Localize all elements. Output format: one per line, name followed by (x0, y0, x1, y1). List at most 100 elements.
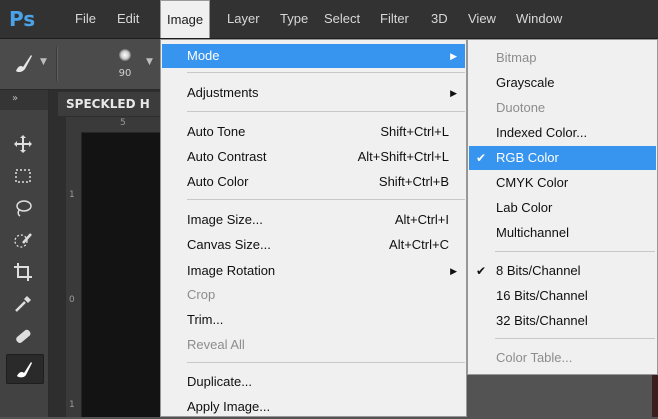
menu-item-auto-contrast[interactable]: Auto Contrast Alt+Shift+Ctrl+L (162, 145, 465, 169)
menu-item-label: 32 Bits/Channel (496, 313, 588, 328)
submenu-arrow-icon: ▶ (450, 266, 457, 276)
menu-bar: Ps File Edit Image Layer Type Select Fil… (0, 0, 658, 39)
submenu-arrow-icon: ▶ (450, 51, 457, 61)
chevron-down-icon[interactable]: ▼ (146, 57, 153, 67)
menu-window[interactable]: Window (510, 0, 568, 38)
menu-item-label: Crop (187, 287, 216, 302)
menu-item-label: Adjustments (187, 85, 259, 100)
menu-select[interactable]: Select (318, 0, 366, 38)
options-bar: ▼ 90 ▼ (0, 39, 160, 90)
shortcut-label: Alt+Shift+Ctrl+L (357, 149, 449, 164)
menu-item-apply-image[interactable]: Apply Image... (162, 395, 465, 419)
menu-item-label: Trim... (187, 312, 224, 327)
menu-layer[interactable]: Layer (221, 0, 266, 38)
menu-item-label: Bitmap (496, 50, 537, 65)
collapse-icon[interactable]: » (12, 93, 18, 104)
menu-image[interactable]: Image (160, 0, 211, 38)
menu-item-label: Grayscale (496, 75, 555, 90)
checkmark-icon: ✔ (476, 264, 487, 278)
menu-separator (187, 72, 465, 73)
document-tab[interactable]: SPECKLED H (58, 92, 160, 116)
mode-item-rgb-color[interactable]: ✔ RGB Color (469, 146, 656, 170)
menu-item-label: Auto Tone (187, 124, 246, 139)
submenu-arrow-icon: ▶ (450, 88, 457, 98)
menu-item-auto-tone[interactable]: Auto Tone Shift+Ctrl+L (162, 120, 465, 144)
shortcut-label: Alt+Ctrl+I (394, 212, 449, 227)
healing-brush-tool-icon[interactable] (6, 322, 42, 350)
mode-item-32-bits[interactable]: 32 Bits/Channel (469, 309, 656, 333)
mode-item-grayscale[interactable]: Grayscale (469, 71, 656, 95)
menu-3d[interactable]: 3D (425, 0, 454, 38)
menu-item-label: 16 Bits/Channel (496, 288, 588, 303)
menu-item-adjustments[interactable]: Adjustments ▶ (162, 81, 465, 105)
photoshop-logo: Ps (9, 7, 36, 31)
mode-submenu: Bitmap Grayscale Duotone Indexed Color..… (467, 39, 658, 375)
brush-tool-icon[interactable] (12, 52, 34, 74)
menu-edit[interactable]: Edit (111, 0, 145, 38)
ruler-left[interactable]: 1 0 1 (66, 132, 82, 417)
ruler-label: 0 (69, 295, 75, 305)
menu-item-duplicate[interactable]: Duplicate... (162, 370, 465, 394)
menu-item-label: Auto Color (187, 174, 249, 189)
menu-item-label: Duplicate... (187, 374, 253, 389)
menu-item-image-size[interactable]: Image Size... Alt+Ctrl+I (162, 208, 465, 232)
menu-separator (187, 111, 465, 112)
divider (56, 47, 58, 81)
mode-item-16-bits[interactable]: 16 Bits/Channel (469, 284, 656, 308)
menu-item-label: Indexed Color... (496, 125, 588, 140)
document-canvas[interactable] (82, 133, 160, 417)
mode-item-lab-color[interactable]: Lab Color (469, 196, 656, 220)
mode-item-cmyk-color[interactable]: CMYK Color (469, 171, 656, 195)
menu-item-mode[interactable]: Mode ▶ (162, 44, 465, 68)
menu-item-label: Image Size... (187, 212, 263, 227)
menu-item-label: Apply Image... (187, 399, 271, 414)
quick-selection-tool-icon[interactable] (6, 226, 42, 254)
chevron-down-icon[interactable]: ▼ (40, 57, 47, 67)
menu-item-canvas-size[interactable]: Canvas Size... Alt+Ctrl+C (162, 233, 465, 257)
menu-separator (495, 338, 655, 339)
shortcut-label: Alt+Ctrl+C (389, 237, 449, 252)
move-tool-icon[interactable] (6, 130, 42, 158)
tools-panel: » (0, 90, 49, 417)
eyedropper-tool-icon[interactable] (6, 290, 42, 318)
menu-view[interactable]: View (462, 0, 502, 38)
image-menu-dropdown: Mode ▶ Adjustments ▶ Auto Tone Shift+Ctr… (160, 39, 467, 417)
brush-preset-picker[interactable]: 90 (112, 47, 138, 83)
mode-item-color-table: Color Table... (469, 346, 656, 370)
menu-item-label: Image Rotation (187, 263, 276, 278)
ruler-top[interactable]: 5 (66, 117, 160, 133)
menu-file[interactable]: File (69, 0, 102, 38)
menu-item-label: Mode (187, 48, 220, 63)
mode-item-8-bits[interactable]: ✔ 8 Bits/Channel (469, 259, 656, 283)
menu-item-crop: Crop (162, 283, 465, 307)
menu-item-label: Canvas Size... (187, 237, 271, 252)
marquee-tool-icon[interactable] (6, 162, 42, 190)
menu-item-image-rotation[interactable]: Image Rotation ▶ (162, 259, 465, 283)
menu-separator (187, 362, 465, 363)
ruler-label: 5 (120, 118, 126, 128)
menu-item-label: Color Table... (496, 350, 573, 365)
brush-size-value: 90 (118, 68, 132, 79)
crop-tool-icon[interactable] (6, 258, 42, 286)
menu-item-trim[interactable]: Trim... (162, 308, 465, 332)
checkmark-icon: ✔ (476, 151, 487, 165)
menu-filter[interactable]: Filter (374, 0, 415, 38)
mode-item-bitmap: Bitmap (469, 46, 656, 70)
shortcut-label: Shift+Ctrl+B (378, 174, 449, 189)
brush-tip-icon (119, 49, 131, 61)
menu-item-label: Duotone (496, 100, 546, 115)
menu-item-label: Reveal All (187, 337, 245, 352)
menu-item-auto-color[interactable]: Auto Color Shift+Ctrl+B (162, 170, 465, 194)
menu-item-label: RGB Color (496, 150, 559, 165)
mode-item-indexed-color[interactable]: Indexed Color... (469, 121, 656, 145)
menu-item-label: 8 Bits/Channel (496, 263, 581, 278)
menu-type[interactable]: Type (274, 0, 314, 38)
ruler-label: 1 (69, 400, 75, 410)
menu-item-label: Multichannel (496, 225, 569, 240)
brush-tool-icon[interactable] (6, 354, 44, 384)
menu-item-label: Lab Color (496, 200, 553, 215)
mode-item-multichannel[interactable]: Multichannel (469, 221, 656, 245)
ruler-label: 1 (69, 190, 75, 200)
menu-item-label: Auto Contrast (187, 149, 267, 164)
lasso-tool-icon[interactable] (6, 194, 42, 222)
